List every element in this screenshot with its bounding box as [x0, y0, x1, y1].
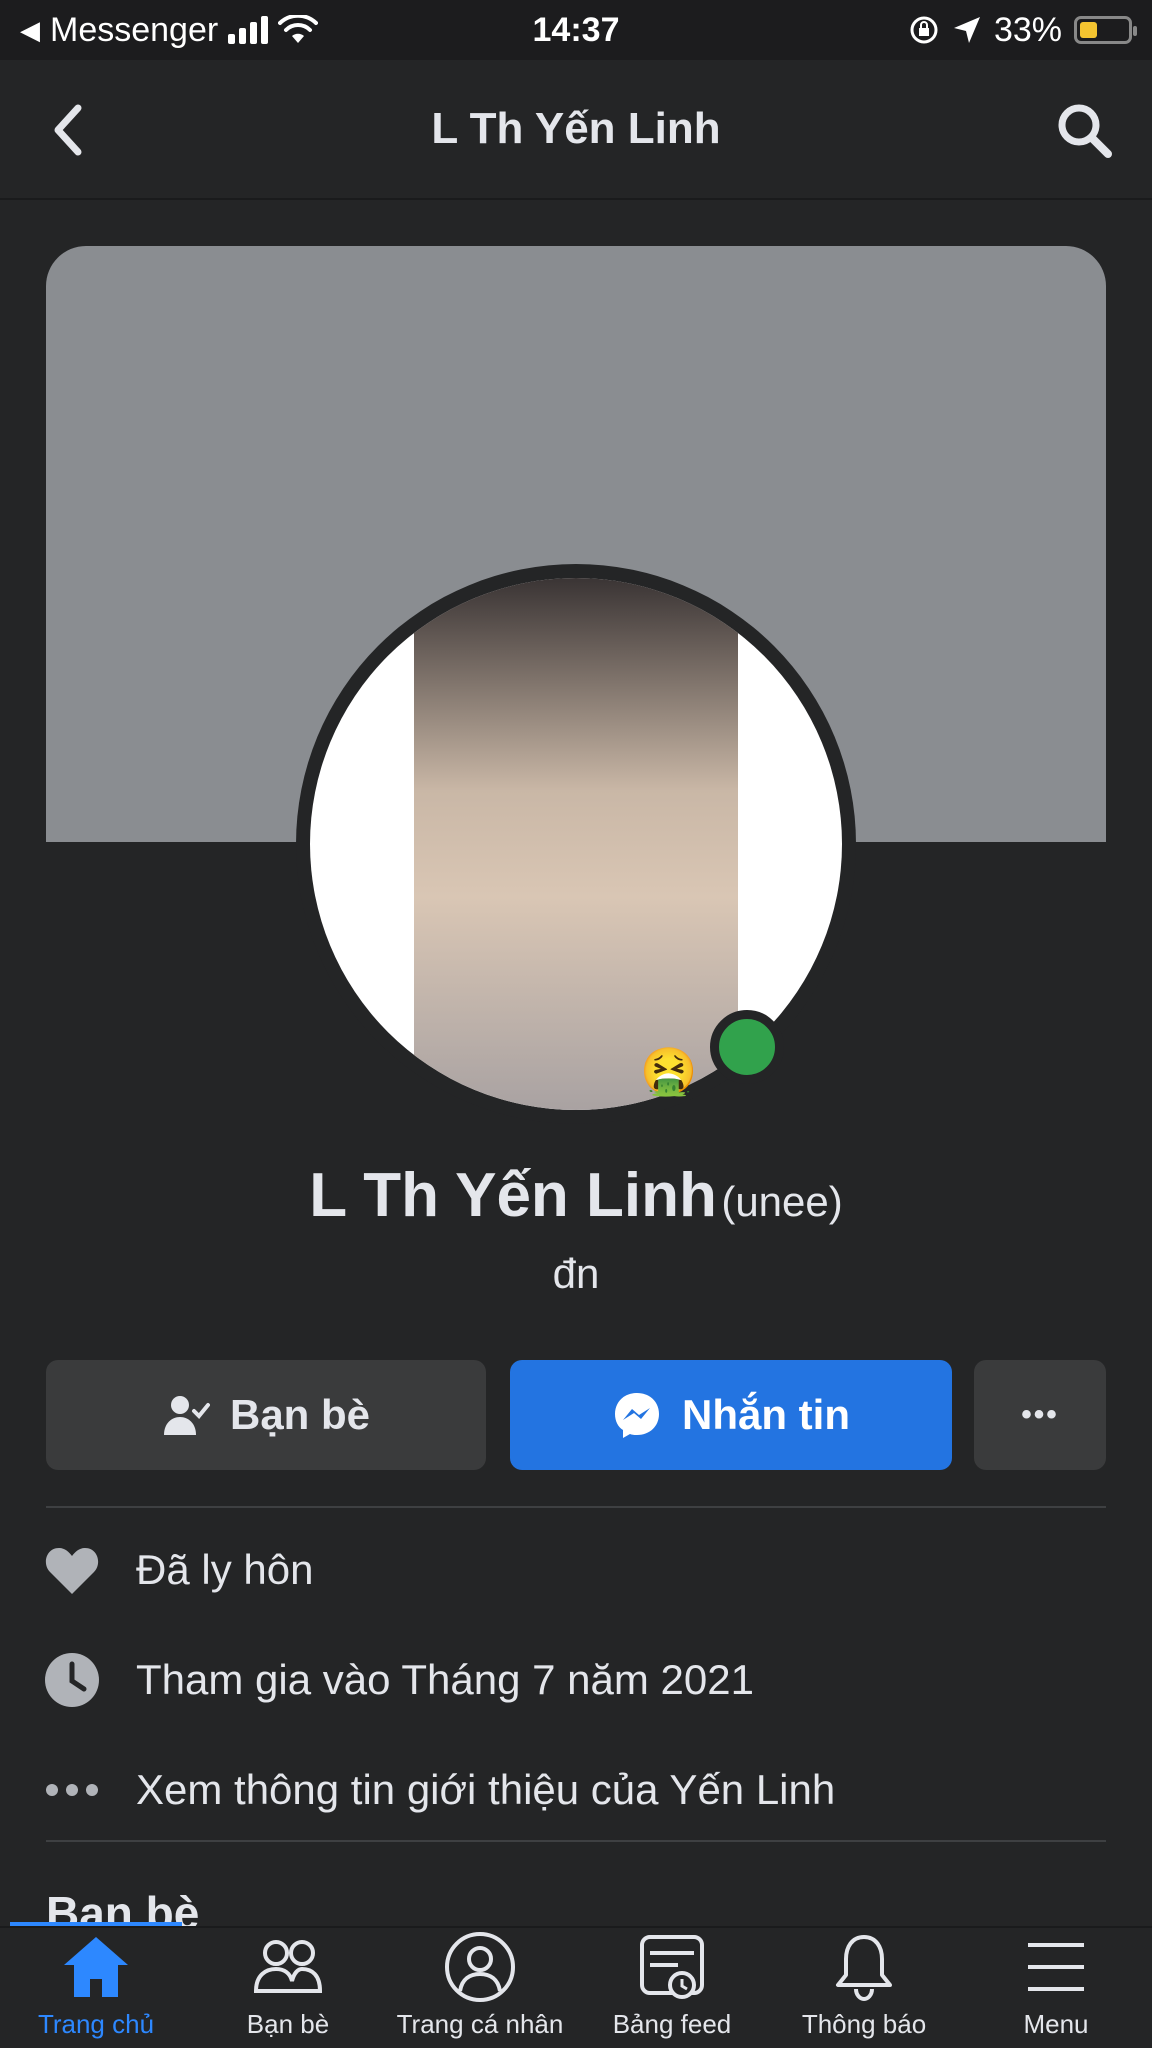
message-button-label: Nhắn tin [682, 1391, 850, 1438]
message-button[interactable]: Nhắn tin [510, 1360, 952, 1470]
more-options-button[interactable]: ••• [974, 1360, 1106, 1470]
friends-icon [253, 1940, 323, 1993]
tab-profile[interactable]: Trang cá nhân [384, 1928, 576, 2048]
divider [46, 1506, 1106, 1508]
profile-actions: Bạn bè Nhắn tin ••• [46, 1360, 1106, 1470]
friend-check-icon [163, 1396, 210, 1435]
profile-name-text: L Th Yến Linh [309, 1161, 717, 1230]
more-dots-icon [44, 1762, 100, 1818]
tab-feed[interactable]: Bảng feed [576, 1928, 768, 2048]
info-text: Đã ly hôn [136, 1546, 314, 1593]
messenger-icon [615, 1393, 659, 1438]
back-arrow-icon[interactable]: ◀ [20, 15, 40, 46]
back-chevron-icon[interactable] [44, 100, 94, 160]
tab-label: Trang chủ [37, 2009, 155, 2039]
bell-icon [836, 1935, 892, 2002]
tab-label: Menu [1023, 2009, 1089, 2039]
tab-label: Bảng feed [612, 2009, 732, 2039]
clock-icon [44, 1652, 100, 1708]
back-app-label[interactable]: Messenger [50, 11, 218, 50]
tab-label: Bạn bè [246, 2009, 330, 2039]
battery-percent: 33% [993, 10, 1062, 49]
page-title: L Th Yến Linh [431, 104, 721, 153]
info-text: Tham gia vào Tháng 7 năm 2021 [136, 1656, 754, 1703]
nav-header: L Th Yến Linh [0, 60, 1152, 200]
tab-home[interactable]: Trang chủ [0, 1928, 192, 2048]
bottom-tab-bar: Trang chủ Bạn bè Trang cá nhân Bảng feed [0, 1926, 1152, 2048]
rotation-lock-icon [910, 16, 938, 44]
more-dots-icon: ••• [1021, 1398, 1059, 1431]
status-right: 33% [732, 10, 1137, 50]
info-text[interactable]: Xem thông tin giới thiệu của Yến Linh [136, 1766, 835, 1814]
search-icon[interactable] [1052, 98, 1116, 162]
status-left[interactable]: ◀ Messenger [20, 11, 420, 50]
profile-icon [445, 1932, 515, 2002]
info-joined: Tham gia vào Tháng 7 năm 2021 [44, 1640, 1104, 1720]
tab-label: Thông báo [801, 2009, 927, 2039]
info-relationship: Đã ly hôn [44, 1530, 1104, 1610]
info-see-about[interactable]: Xem thông tin giới thiệu của Yến Linh [44, 1750, 1104, 1830]
location-arrow-icon [953, 17, 980, 43]
wifi-icon [278, 15, 319, 43]
heart-icon [44, 1542, 100, 1598]
battery-icon [1074, 16, 1137, 44]
friends-button-label: Bạn bè [229, 1391, 371, 1438]
feed-icon [640, 1935, 704, 1999]
avatar-emoji-sticker: 🤮 [640, 1045, 698, 1097]
cellular-signal-icon [228, 16, 269, 44]
tab-friends[interactable]: Bạn bè [192, 1928, 384, 2048]
avatar-photo [414, 578, 738, 1110]
profile-name: L Th Yến Linh (unee) [0, 1160, 1152, 1231]
tab-notifications[interactable]: Thông báo [768, 1928, 960, 2048]
divider [46, 1840, 1106, 1842]
menu-icon [1028, 1943, 1084, 1991]
profile-bio: đn [552, 1250, 600, 1297]
status-time: 14:37 [532, 10, 620, 49]
profile-alternate-name: (unee) [721, 1178, 843, 1225]
tab-label: Trang cá nhân [396, 2009, 564, 2039]
friends-button[interactable]: Bạn bè [46, 1360, 486, 1470]
home-icon [64, 1937, 128, 1997]
online-status-indicator [710, 1010, 784, 1084]
tab-menu[interactable]: Menu [960, 1928, 1152, 2048]
status-bar: ◀ Messenger 14:37 33% [0, 0, 1152, 60]
